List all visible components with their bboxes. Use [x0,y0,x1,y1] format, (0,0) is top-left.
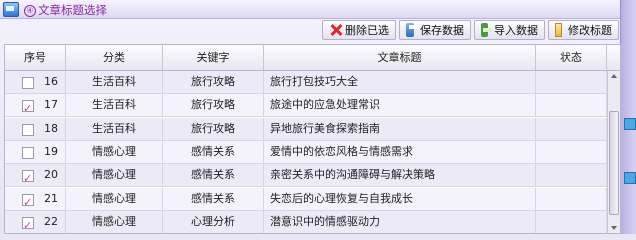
keyword-cell: 旅行攻略 [163,117,264,140]
save-icon [406,23,417,37]
title-cell: 旅行打包技巧大全 [264,71,536,93]
status-cell [536,117,607,140]
row-index-cell: 18 [5,117,66,140]
keyword-cell: 心理分析 [163,210,264,233]
keyword-cell: 感情关系 [163,164,264,187]
category-cell: 生活百科 [66,117,163,140]
column-header-category[interactable]: 分类 [66,45,163,70]
row-index-cell: 20 [5,164,66,187]
row-select-checkbox[interactable] [22,77,34,89]
dialog-title: ④ 文章标题选择 [24,2,107,18]
row-select-checkbox[interactable] [22,168,34,186]
row-index: 22 [44,214,58,228]
row-index-cell: 19 [5,140,66,163]
row-select-checkbox[interactable] [22,123,34,136]
title-cell: 潜意识中的情感驱动力 [264,210,536,233]
category-cell: 情感心理 [66,187,163,210]
category-cell: 情感心理 [66,140,163,163]
table-row[interactable]: 21 情感心理感情关系失恋后的心理恢复与自我成长 [5,187,607,211]
scroll-up-icon[interactable] [611,74,617,78]
dialog-title-text: 文章标题选择 [38,3,107,17]
row-index: 21 [44,191,58,205]
column-header-index[interactable]: 序号 [5,45,66,70]
row-select-checkbox[interactable] [22,215,34,233]
row-index: 16 [44,75,58,88]
keyword-cell: 感情关系 [163,140,264,163]
table-row[interactable]: 17 生活百科旅行攻略旅途中的应急处理常识 [5,94,607,118]
category-cell: 情感心理 [66,164,163,187]
row-index: 17 [44,98,58,112]
keyword-cell: 感情关系 [163,187,264,210]
title-cell: 失恋后的心理恢复与自我成长 [264,187,536,210]
vertical-scrollbar[interactable] [607,71,620,233]
status-cell [536,71,607,93]
row-index-cell: 17 [5,94,66,117]
table-header: 序号 分类 关键字 文章标题 状态 [5,45,620,71]
scroll-down-icon[interactable] [611,226,617,230]
row-index-cell: 16 [5,71,66,93]
category-cell: 情感心理 [66,210,163,233]
scrollbar-thumb[interactable] [609,111,619,215]
window-icon [3,2,19,17]
table-row[interactable]: 22 情感心理心理分析潜意识中的情感驱动力 [5,210,607,233]
status-cell [536,187,607,210]
row-index-cell: 21 [5,187,66,210]
side-tab-icon[interactable] [624,172,636,184]
edit-title-label: 修改标题 [568,24,612,37]
row-index-cell: 22 [5,210,66,233]
keyword-cell: 旅行攻略 [163,94,264,117]
save-data-button[interactable]: 保存数据 [399,20,471,40]
row-index: 18 [44,121,58,135]
column-header-title[interactable]: 文章标题 [264,45,536,70]
status-cell [536,140,607,163]
edit-icon [555,23,562,37]
status-cell [536,164,607,187]
column-header-keyword[interactable]: 关键字 [163,45,264,70]
title-cell: 亲密关系中的沟通障碍与解决策略 [264,164,536,187]
row-select-checkbox[interactable] [22,98,34,116]
title-cell: 旅途中的应急处理常识 [264,94,536,117]
delete-selected-label: 删除已选 [345,24,389,37]
right-side-panel [620,0,636,234]
table-row[interactable]: 16 生活百科 旅行攻略 旅行打包技巧大全 [5,71,607,94]
article-title-dialog: ④ 文章标题选择 删除已选 保存数据 导入数据 修改标题 序号 分类 关键字 文章… [0,0,636,234]
title-cell: 爱情中的依恋风格与情感需求 [264,140,536,163]
category-cell: 生活百科 [66,94,163,117]
row-select-checkbox[interactable] [22,192,34,210]
article-table: 序号 分类 关键字 文章标题 状态 16生活百科旅行攻略旅行打包技巧大全17生活… [4,44,621,234]
title-cell: 异地旅行美食探索指南 [264,117,536,140]
save-data-label: 保存数据 [420,24,464,37]
status-cell [536,210,607,233]
delete-selected-button[interactable]: 删除已选 [322,20,396,40]
import-data-button[interactable]: 导入数据 [474,20,545,40]
column-header-status[interactable]: 状态 [536,45,607,70]
table-row[interactable]: 19 情感心理 感情关系 爱情中的依恋风格与情感需求 [5,140,607,164]
table-row[interactable]: 18 生活百科 旅行攻略 异地旅行美食探索指南 [5,117,607,141]
title-bar: ④ 文章标题选择 [0,0,620,19]
title-number-badge: ④ [24,5,36,17]
status-cell [536,94,607,117]
import-icon [481,23,493,37]
table-row[interactable]: 20 情感心理感情关系亲密关系中的沟通障碍与解决策略 [5,164,607,188]
side-tab-icon[interactable] [624,118,636,130]
edit-title-button[interactable]: 修改标题 [548,20,619,40]
row-select-checkbox[interactable] [22,146,34,159]
delete-icon [329,23,339,37]
category-cell: 生活百科 [66,71,163,93]
row-index: 20 [44,168,58,182]
import-data-label: 导入数据 [494,24,538,37]
row-index: 19 [44,144,58,158]
keyword-cell: 旅行攻略 [163,71,264,93]
table-body: 16生活百科旅行攻略旅行打包技巧大全17生活百科旅行攻略旅途中的应急处理常识18… [5,71,607,233]
